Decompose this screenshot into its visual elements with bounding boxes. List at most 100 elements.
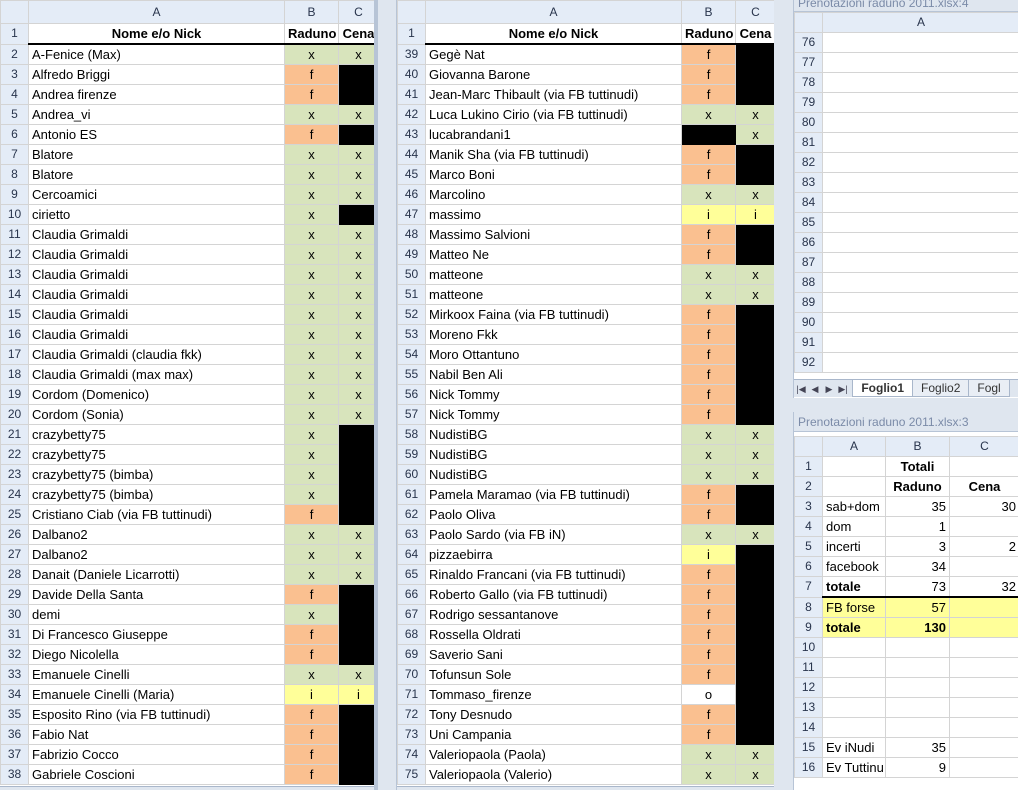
cell-name[interactable]: Andrea_vi (28, 104, 285, 125)
row-header[interactable]: 58 (397, 424, 426, 445)
cell-raduno[interactable]: f (681, 84, 736, 105)
cell-raduno-total[interactable] (885, 657, 950, 678)
row-header[interactable]: 63 (397, 524, 426, 545)
cell-raduno[interactable]: f (681, 644, 736, 665)
row-header[interactable]: 55 (397, 364, 426, 385)
cell-cena[interactable] (338, 764, 374, 785)
cell-name[interactable]: Emanuele Cinelli (28, 664, 285, 685)
row-header[interactable]: 72 (397, 704, 426, 725)
row-header[interactable]: 89 (794, 292, 823, 313)
cell-raduno[interactable]: x (284, 364, 339, 385)
cell-raduno[interactable]: x (284, 104, 339, 125)
row-header[interactable]: 16 (0, 324, 29, 345)
cell-raduno[interactable]: o (681, 684, 736, 705)
cell-cena[interactable] (735, 244, 774, 265)
cell-name[interactable]: Alfredo Briggi (28, 64, 285, 85)
cell[interactable] (822, 72, 1018, 93)
cell-label[interactable] (822, 456, 886, 477)
row-header[interactable]: 10 (794, 637, 823, 658)
cell-cena[interactable]: x (338, 524, 374, 545)
select-all-corner[interactable] (397, 0, 426, 24)
cell-name[interactable]: Moreno Fkk (425, 324, 682, 345)
sheet-tab-strip[interactable] (397, 786, 774, 790)
cell-raduno[interactable]: f (681, 664, 736, 685)
cell-raduno-total[interactable] (885, 697, 950, 718)
cell-name[interactable]: cirietto (28, 204, 285, 225)
cell-label[interactable]: sab+dom (822, 496, 886, 517)
cell-raduno-total[interactable] (885, 717, 950, 738)
cell-raduno[interactable]: x (284, 184, 339, 205)
row-header[interactable]: 68 (397, 624, 426, 645)
cell-cena[interactable] (338, 64, 374, 85)
cell-name[interactable]: pizzaebirra (425, 544, 682, 565)
cell[interactable] (822, 252, 1018, 273)
cell-name[interactable]: Blatore (28, 164, 285, 185)
row-header[interactable]: 6 (794, 556, 823, 577)
cell-name[interactable]: massimo (425, 204, 682, 225)
cell-name[interactable]: Claudia Grimaldi (max max) (28, 364, 285, 385)
cell-name[interactable]: Marcolino (425, 184, 682, 205)
cell-raduno-total[interactable]: Raduno (885, 476, 950, 497)
column-header-b[interactable]: B (681, 0, 736, 24)
cell-name[interactable]: Cordom (Sonia) (28, 404, 285, 425)
row-header[interactable]: 31 (0, 624, 29, 645)
cell-cena[interactable]: x (735, 524, 774, 545)
row-header[interactable]: 54 (397, 344, 426, 365)
cell[interactable] (822, 112, 1018, 133)
cell[interactable] (822, 232, 1018, 253)
header-cell-raduno[interactable]: Raduno (284, 23, 339, 45)
cell-name[interactable]: Diego Nicolella (28, 644, 285, 665)
cell-name[interactable]: crazybetty75 (28, 424, 285, 445)
header-cell-raduno[interactable]: Raduno (681, 23, 736, 45)
cell-cena[interactable]: x (338, 264, 374, 285)
cell-label[interactable]: Ev Tuttinu (822, 757, 886, 778)
cell-name[interactable]: matteone (425, 284, 682, 305)
cell-name[interactable]: Valeriopaola (Paola) (425, 744, 682, 765)
cell-name[interactable]: Claudia Grimaldi (28, 324, 285, 345)
row-header[interactable]: 3 (794, 496, 823, 517)
cell-cena[interactable] (735, 664, 774, 685)
cell-cena[interactable] (338, 464, 374, 485)
cell[interactable] (822, 132, 1018, 153)
header-cell-name[interactable]: Nome e/o Nick (28, 23, 285, 45)
cell-name[interactable]: Claudia Grimaldi (28, 304, 285, 325)
cell-name[interactable]: crazybetty75 (bimba) (28, 464, 285, 485)
cell-name[interactable]: Esposito Rino (via FB tuttinudi) (28, 704, 285, 725)
cell-label[interactable]: facebook (822, 556, 886, 577)
cell-name[interactable]: demi (28, 604, 285, 625)
first-sheet-icon[interactable]: |◀ (794, 381, 808, 397)
cell-label[interactable]: totale (822, 617, 886, 638)
cell-cena[interactable] (735, 84, 774, 105)
tab-foglio3[interactable]: Fogl (968, 380, 1010, 397)
cell-raduno[interactable]: f (681, 144, 736, 165)
cell-raduno[interactable]: f (284, 584, 339, 605)
cell-name[interactable]: Pamela Maramao (via FB tuttinudi) (425, 484, 682, 505)
row-header[interactable]: 67 (397, 604, 426, 625)
header-cell-cena[interactable]: Cena (735, 23, 774, 45)
cell-name[interactable]: NudistiBG (425, 424, 682, 445)
cell-cena[interactable] (735, 404, 774, 425)
cell-cena[interactable] (735, 704, 774, 725)
cell-raduno-total[interactable]: 73 (885, 576, 950, 598)
last-sheet-icon[interactable]: ▶| (836, 381, 850, 397)
row-header[interactable]: 13 (0, 264, 29, 285)
cell-raduno[interactable]: f (681, 564, 736, 585)
cell-cena[interactable]: x (338, 564, 374, 585)
row-header[interactable]: 9 (794, 617, 823, 638)
cell-raduno[interactable]: x (681, 104, 736, 125)
cell-raduno[interactable]: x (681, 464, 736, 485)
cell-name[interactable]: Davide Della Santa (28, 584, 285, 605)
cell-raduno[interactable]: f (681, 704, 736, 725)
cell-label[interactable]: incerti (822, 536, 886, 557)
cell-raduno[interactable]: x (284, 344, 339, 365)
cell-raduno[interactable]: f (284, 644, 339, 665)
cell-cena[interactable]: i (338, 684, 374, 705)
row-header[interactable]: 76 (794, 32, 823, 53)
cell-raduno[interactable]: x (681, 184, 736, 205)
cell-cena[interactable] (735, 484, 774, 505)
cell-name[interactable]: Paolo Sardo (via FB iN) (425, 524, 682, 545)
row-header[interactable]: 29 (0, 584, 29, 605)
row-header[interactable]: 7 (794, 576, 823, 598)
cell-raduno[interactable]: x (681, 764, 736, 785)
row-header[interactable]: 77 (794, 52, 823, 73)
